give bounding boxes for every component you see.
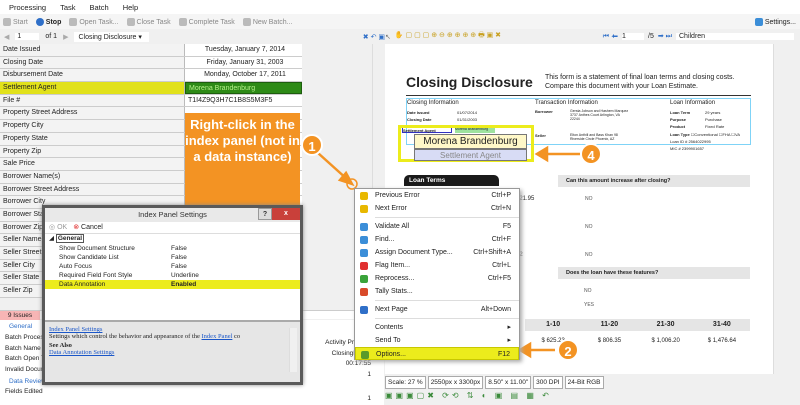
property-row[interactable]: Required Field Font Style Underline — [45, 271, 300, 280]
flag-icon — [360, 262, 368, 270]
property-row[interactable]: Show Document Structure False — [45, 244, 300, 253]
arrow-4-head — [534, 145, 549, 163]
close-button[interactable]: x — [272, 208, 300, 220]
help-pane: Index Panel Settings Settings which cont… — [45, 320, 300, 382]
step-2-badge: 2 — [557, 339, 579, 361]
cancel-icon: ⊗ — [73, 224, 80, 231]
menu-item-next-error[interactable]: Next Error Ctrl+N — [355, 202, 519, 215]
menu-item-reprocess[interactable]: Reprocess... Ctrl+F5 — [355, 272, 519, 285]
property-row[interactable]: Show Candidate List False — [45, 253, 300, 262]
menu-item-contents[interactable]: Contents ▸ — [355, 321, 519, 334]
step-4-badge: 4 — [580, 143, 602, 165]
menu-item-options[interactable]: Options... F12 — [355, 347, 519, 360]
index-panel-link[interactable]: Index Panel — [202, 333, 233, 340]
data-annotation-settings-link[interactable]: Data Annotation Settings — [49, 349, 114, 356]
help-title-link[interactable]: Index Panel Settings — [49, 326, 102, 333]
menu-item-validate-all[interactable]: Validate All F5 — [355, 220, 519, 233]
cancel-button[interactable]: ⊗ Cancel — [73, 222, 103, 233]
reprocess-icon — [360, 275, 368, 283]
group-general[interactable]: ◢ General — [45, 234, 300, 244]
warning-icon — [360, 205, 368, 213]
menu-item-previous-error[interactable]: Previous Error Ctrl+P — [355, 189, 519, 202]
index-panel-settings-dialog: Index Panel Settings ? x ◎ OK ⊗ Cancel ◢… — [42, 205, 303, 385]
menu-item-tally-stats[interactable]: Tally Stats... — [355, 285, 519, 298]
ok-button[interactable]: ◎ OK — [49, 222, 67, 233]
validate-icon — [360, 223, 368, 231]
chart-icon — [360, 288, 368, 296]
help-scrollbar[interactable] — [289, 328, 297, 372]
context-menu: Previous Error Ctrl+P Next Error Ctrl+N Vali… — [354, 188, 520, 360]
menu-item-next-page[interactable]: Next Page Alt+Down — [355, 303, 519, 316]
arrow-right-icon — [360, 306, 368, 314]
menu-item-send-to[interactable]: Send To ▸ — [355, 334, 519, 347]
step-1-badge: 1 — [301, 134, 323, 156]
warning-icon — [360, 192, 368, 200]
assign-icon — [360, 249, 368, 257]
menu-item-assign-document-type[interactable]: Assign Document Type... Ctrl+Shift+A — [355, 246, 519, 259]
arrow-2-head — [517, 341, 532, 359]
dialog-title-bar: Index Panel Settings ? x — [45, 208, 300, 222]
find-icon — [360, 236, 368, 244]
property-row[interactable]: Auto Focus False — [45, 262, 300, 271]
menu-item-find[interactable]: Find... Ctrl+F — [355, 233, 519, 246]
property-row[interactable]: Data Annotation Enabled — [45, 280, 300, 289]
help-button[interactable]: ? — [258, 208, 272, 220]
menu-item-flag-item[interactable]: Flag Item... Ctrl+L — [355, 259, 519, 272]
tools-icon — [361, 351, 369, 359]
